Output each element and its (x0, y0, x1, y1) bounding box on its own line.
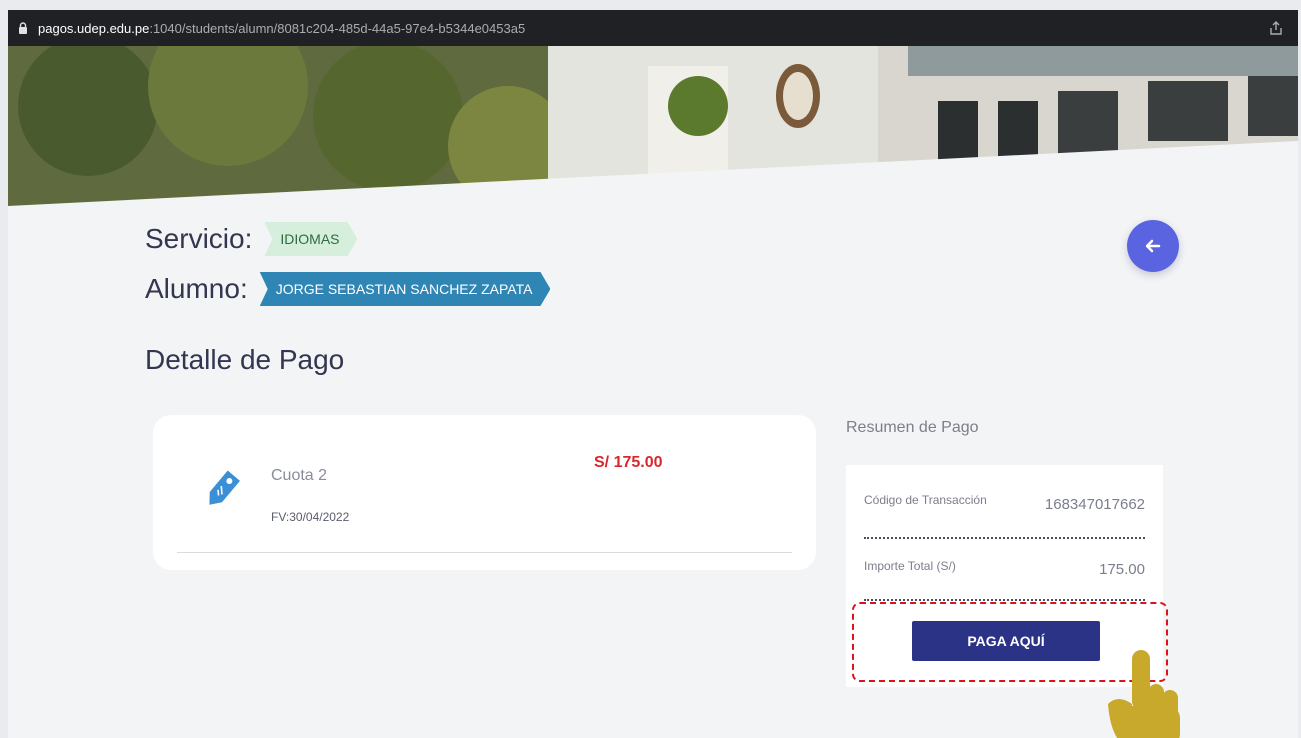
divider (177, 552, 792, 553)
dotted-divider (864, 599, 1145, 601)
total-label: Importe Total (S/) (864, 559, 956, 573)
payment-concept: Cuota 2 (271, 467, 328, 484)
student-row: Alumno: JORGE SEBASTIAN SANCHEZ ZAPATA (145, 272, 550, 306)
url-host: pagos.udep.edu.pe (38, 20, 150, 36)
payment-amount: S/ 175.00 (594, 454, 663, 471)
transaction-row: Código de Transacción 168347017662 (864, 493, 1145, 513)
transaction-label: Código de Transacción (864, 493, 987, 507)
lock-icon (19, 22, 27, 34)
section-title: Detalle de Pago (145, 344, 345, 375)
payment-due-date: FV:30/04/2022 (271, 510, 350, 524)
total-value: 175.00 (1099, 561, 1145, 578)
service-tag: IDIOMAS (264, 222, 357, 256)
summary-title: Resumen de Pago (846, 419, 979, 436)
url-path: :1040/students/alumn/8081c204-485d-44a5-… (149, 20, 526, 36)
price-tag-icon (209, 470, 240, 505)
arrow-left-icon (1145, 239, 1161, 253)
service-label: Servicio: (145, 223, 253, 254)
dotted-divider (864, 537, 1145, 539)
total-row: Importe Total (S/) 175.00 (864, 559, 1145, 578)
service-row: Servicio: IDIOMAS (145, 222, 358, 256)
browser-address-bar[interactable]: pagos.udep.edu.pe :1040/students/alumn/8… (8, 10, 1298, 46)
pointing-hand-icon (1108, 650, 1180, 738)
student-label: Alumno: (145, 273, 248, 304)
campus-banner-image (8, 46, 1298, 206)
student-tag: JORGE SEBASTIAN SANCHEZ ZAPATA (260, 272, 551, 306)
page-frame: pagos.udep.edu.pe :1040/students/alumn/8… (8, 10, 1298, 738)
back-button[interactable] (1127, 220, 1179, 272)
transaction-value: 168347017662 (1044, 496, 1145, 513)
share-icon[interactable] (1268, 20, 1284, 36)
payment-item-card: Cuota 2 FV:30/04/2022 S/ 175.00 (153, 415, 816, 570)
